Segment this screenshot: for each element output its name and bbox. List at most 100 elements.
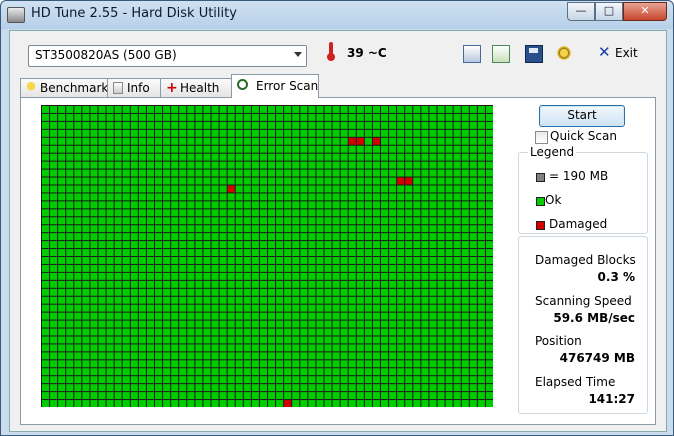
ok-block	[381, 129, 389, 137]
save-icon[interactable]	[525, 45, 543, 63]
ok-block	[179, 209, 187, 217]
ok-block	[138, 352, 146, 360]
ok-block	[429, 312, 437, 320]
ok-block	[268, 360, 276, 368]
ok-block	[66, 185, 74, 193]
ok-block	[50, 360, 58, 368]
ok-block	[138, 241, 146, 249]
ok-block	[130, 185, 138, 193]
ok-block	[356, 121, 364, 129]
ok-block	[187, 106, 195, 113]
ok-block	[469, 288, 477, 296]
ok-block	[405, 272, 413, 280]
close-button[interactable]: ✕	[623, 2, 667, 21]
tab-info[interactable]: Info	[107, 78, 161, 97]
ok-block	[453, 400, 461, 407]
ok-block	[389, 368, 397, 376]
quick-scan-checkbox[interactable]	[535, 131, 548, 144]
ok-block	[300, 185, 308, 193]
title-bar[interactable]: HD Tune 2.55 - Hard Disk Utility — □ ✕	[1, 1, 673, 29]
ok-block	[324, 320, 332, 328]
ok-block	[389, 257, 397, 264]
ok-block	[195, 121, 203, 129]
ok-block	[90, 249, 98, 256]
ok-block	[397, 113, 405, 121]
ok-block	[98, 153, 106, 161]
ok-block	[203, 225, 211, 233]
tab-health[interactable]: + Health	[160, 78, 232, 97]
ok-block	[461, 161, 469, 169]
ok-block	[98, 392, 106, 400]
tab-error-scan[interactable]: Error Scan	[231, 74, 319, 98]
ok-block	[58, 304, 66, 312]
ok-block	[276, 272, 284, 280]
ok-block	[421, 161, 429, 169]
ok-block	[130, 280, 138, 288]
ok-block	[268, 225, 276, 233]
ok-block	[485, 384, 493, 392]
ok-block	[268, 233, 276, 241]
ok-block	[469, 209, 477, 217]
ok-block	[203, 392, 211, 400]
drive-select[interactable]: ST3500820AS (500 GB)	[28, 45, 307, 67]
ok-block	[477, 400, 485, 407]
ok-block	[340, 288, 348, 296]
ok-block	[397, 280, 405, 288]
ok-block	[356, 257, 364, 264]
ok-block	[203, 264, 211, 272]
ok-block	[485, 129, 493, 137]
start-button[interactable]: Start	[539, 105, 625, 127]
ok-block	[340, 400, 348, 407]
ok-block	[155, 296, 163, 304]
ok-block	[356, 336, 364, 344]
exit-icon[interactable]: ✕	[598, 43, 611, 61]
quick-scan-label[interactable]: Quick Scan	[550, 129, 617, 143]
ok-block	[122, 241, 130, 249]
ok-block	[235, 296, 243, 304]
ok-block	[485, 288, 493, 296]
ok-block	[66, 217, 74, 225]
ok-block	[372, 296, 380, 304]
ok-block	[445, 376, 453, 384]
maximize-button[interactable]: □	[595, 2, 623, 21]
ok-block	[389, 360, 397, 368]
minimize-button[interactable]: —	[567, 2, 595, 21]
ok-block	[227, 296, 235, 304]
ok-block	[276, 241, 284, 249]
ok-block	[445, 129, 453, 137]
ok-block	[90, 209, 98, 217]
ok-block	[324, 392, 332, 400]
legend-title: Legend	[528, 145, 577, 159]
ok-block	[445, 137, 453, 145]
ok-block	[195, 336, 203, 344]
ok-block	[42, 344, 50, 352]
ok-block	[413, 161, 421, 169]
tab-benchmark[interactable]: Benchmark	[20, 78, 108, 97]
ok-block	[461, 312, 469, 320]
ok-block	[485, 336, 493, 344]
ok-block	[389, 280, 397, 288]
ok-block	[243, 225, 251, 233]
ok-block	[268, 312, 276, 320]
ok-block	[364, 169, 372, 177]
ok-block	[243, 185, 251, 193]
ok-block	[219, 129, 227, 137]
ok-block	[284, 344, 292, 352]
ok-block	[66, 280, 74, 288]
copy-text-icon[interactable]	[463, 45, 481, 63]
ok-block	[179, 312, 187, 320]
copy-screenshot-icon[interactable]	[492, 45, 510, 63]
exit-button[interactable]: Exit	[615, 46, 638, 60]
ok-block	[308, 121, 316, 129]
ok-block	[397, 257, 405, 264]
tab-label: Error Scan	[256, 79, 319, 93]
ok-block	[276, 360, 284, 368]
ok-block	[146, 113, 154, 121]
ok-block	[74, 296, 82, 304]
tab-label: Health	[180, 81, 220, 95]
ok-block	[389, 352, 397, 360]
ok-block	[50, 280, 58, 288]
ok-block	[292, 288, 300, 296]
options-icon[interactable]	[556, 45, 572, 61]
ok-block	[90, 153, 98, 161]
